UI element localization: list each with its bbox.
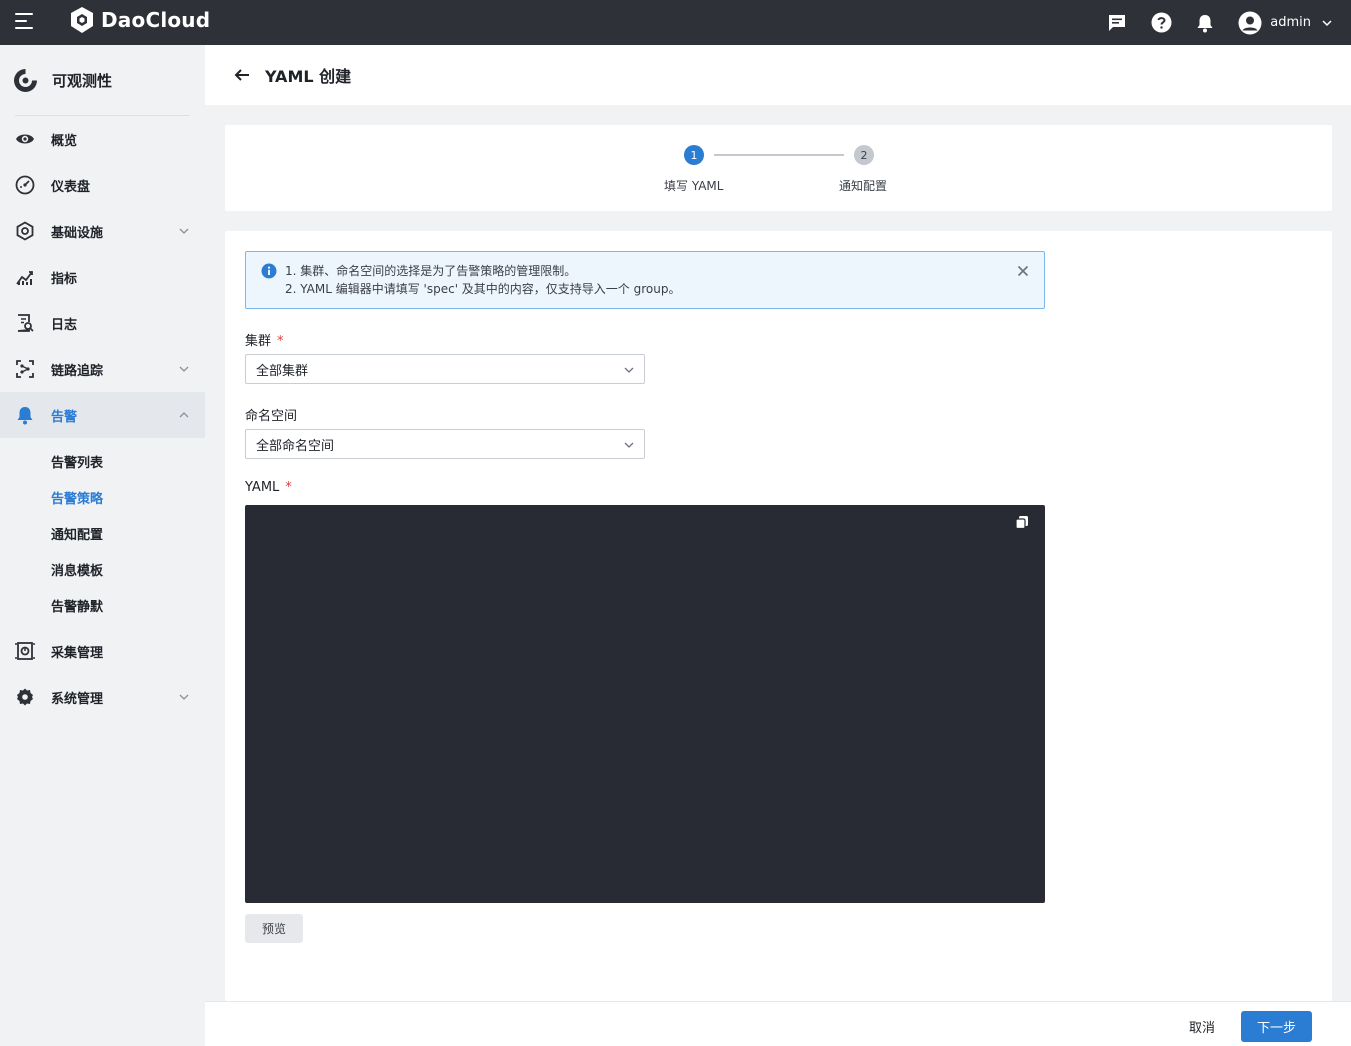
sidebar-header: 可观测性	[0, 45, 205, 115]
form-footer: 取消 下一步	[205, 1001, 1351, 1046]
sidebar-item-label: 系统管理	[51, 691, 104, 707]
sidebar-item-label: 概览	[51, 133, 78, 149]
close-icon[interactable]	[1016, 264, 1030, 278]
steps-indicator: 1 2 填写 YAML 通知配置	[225, 125, 1332, 211]
sidebar-item-collection[interactable]: 采集管理	[0, 628, 205, 674]
sidebar-item-label: 仪表盘	[51, 179, 91, 195]
trace-icon	[15, 359, 35, 379]
chevron-up-icon	[179, 412, 189, 418]
sidebar-item-label: 链路追踪	[51, 363, 104, 379]
bell-icon[interactable]	[1194, 12, 1216, 34]
preview-button[interactable]: 预览	[245, 914, 303, 943]
help-icon[interactable]	[1150, 12, 1172, 34]
chevron-down-icon	[624, 442, 634, 448]
sidebar-subitem-alert-silence[interactable]: 告警静默	[0, 587, 205, 623]
sidebar-item-infrastructure[interactable]: 基础设施	[0, 208, 205, 254]
sidebar-subitem-alert-policy[interactable]: 告警策略	[0, 479, 205, 515]
yaml-editor[interactable]	[245, 505, 1045, 903]
cancel-button[interactable]: 取消	[1174, 1011, 1230, 1041]
observability-logo-icon	[14, 68, 37, 92]
step-1-label: 填写 YAML	[664, 179, 724, 193]
sidebar-title: 可观测性	[52, 71, 113, 90]
top-navigation-bar: DaoCloud admin	[0, 0, 1351, 45]
chevron-down-icon	[179, 228, 189, 234]
namespace-label-text: 命名空间	[245, 409, 298, 424]
gear-icon	[15, 687, 35, 707]
sidebar: 可观测性 概览 仪表盘 基础设施 指标 日志 链路追踪 告警 告警列表 告警策略…	[0, 45, 205, 1046]
daocloud-logo[interactable]: DaoCloud	[68, 5, 210, 35]
notice-line-1: 1. 集群、命名空间的选择是为了告警策略的管理限制。	[285, 264, 577, 278]
page-header: YAML 创建	[205, 45, 1351, 105]
sidebar-item-label: 告警	[51, 409, 78, 425]
copy-icon[interactable]	[1015, 515, 1029, 529]
sidebar-subitem-alert-list[interactable]: 告警列表	[0, 443, 205, 479]
sidebar-item-label: 基础设施	[51, 225, 104, 241]
eye-icon	[15, 129, 35, 149]
sidebar-item-overview[interactable]: 概览	[0, 116, 205, 162]
yaml-label: YAML *	[245, 480, 292, 495]
bell-icon	[15, 405, 35, 425]
metrics-icon	[15, 267, 35, 287]
cluster-label-text: 集群	[245, 334, 272, 349]
namespace-label: 命名空间	[245, 405, 297, 424]
namespace-select-value: 全部命名空间	[256, 438, 335, 454]
sidebar-item-tracing[interactable]: 链路追踪	[0, 346, 205, 392]
page-title: YAML 创建	[265, 67, 352, 86]
cluster-select-value: 全部集群	[256, 363, 309, 379]
infrastructure-icon	[15, 221, 35, 241]
yaml-form: 1. 集群、命名空间的选择是为了告警策略的管理限制。 2. YAML 编辑器中请…	[225, 231, 1332, 1001]
yaml-label-text: YAML	[245, 480, 280, 495]
sidebar-item-system[interactable]: 系统管理	[0, 674, 205, 720]
sidebar-item-alerts[interactable]: 告警	[0, 392, 205, 438]
dashboard-icon	[15, 175, 35, 195]
step-2-number: 2	[854, 145, 874, 165]
user-menu[interactable]: admin	[1238, 11, 1333, 35]
info-notice: 1. 集群、命名空间的选择是为了告警策略的管理限制。 2. YAML 编辑器中请…	[245, 251, 1045, 309]
daocloud-logo-icon	[71, 7, 93, 33]
required-mark: *	[285, 480, 292, 495]
username: admin	[1270, 15, 1311, 30]
info-icon	[261, 263, 277, 279]
step-1-number: 1	[684, 145, 704, 165]
chevron-down-icon	[624, 367, 634, 373]
sidebar-item-label: 日志	[51, 317, 78, 333]
sidebar-item-logs[interactable]: 日志	[0, 300, 205, 346]
cluster-select[interactable]: 全部集群	[245, 354, 645, 384]
chevron-down-icon	[179, 366, 189, 372]
sidebar-item-label: 指标	[51, 271, 78, 287]
user-avatar-icon	[1238, 11, 1262, 34]
next-step-button[interactable]: 下一步	[1241, 1011, 1312, 1042]
hamburger-icon[interactable]	[15, 13, 34, 31]
sidebar-subitem-message-template[interactable]: 消息模板	[0, 551, 205, 587]
chevron-down-icon	[179, 694, 189, 700]
alerts-submenu: 告警列表 告警策略 通知配置 消息模板 告警静默	[0, 438, 205, 628]
sidebar-item-metrics[interactable]: 指标	[0, 254, 205, 300]
back-arrow-icon[interactable]	[233, 66, 251, 84]
namespace-select[interactable]: 全部命名空间	[245, 429, 645, 459]
cluster-label: 集群 *	[245, 330, 284, 349]
sidebar-item-label: 采集管理	[51, 645, 104, 661]
message-icon[interactable]	[1106, 12, 1128, 34]
required-mark: *	[277, 334, 284, 349]
brand-name: DaoCloud	[101, 8, 211, 32]
notice-line-2: 2. YAML 编辑器中请填写 'spec' 及其中的内容，仅支持导入一个 gr…	[285, 282, 681, 296]
log-icon	[15, 313, 35, 333]
chevron-down-icon	[1322, 19, 1332, 26]
sidebar-subitem-notification-config[interactable]: 通知配置	[0, 515, 205, 551]
collection-icon	[15, 641, 35, 661]
step-connector	[714, 154, 844, 156]
sidebar-item-dashboard[interactable]: 仪表盘	[0, 162, 205, 208]
step-2-label: 通知配置	[839, 179, 888, 193]
